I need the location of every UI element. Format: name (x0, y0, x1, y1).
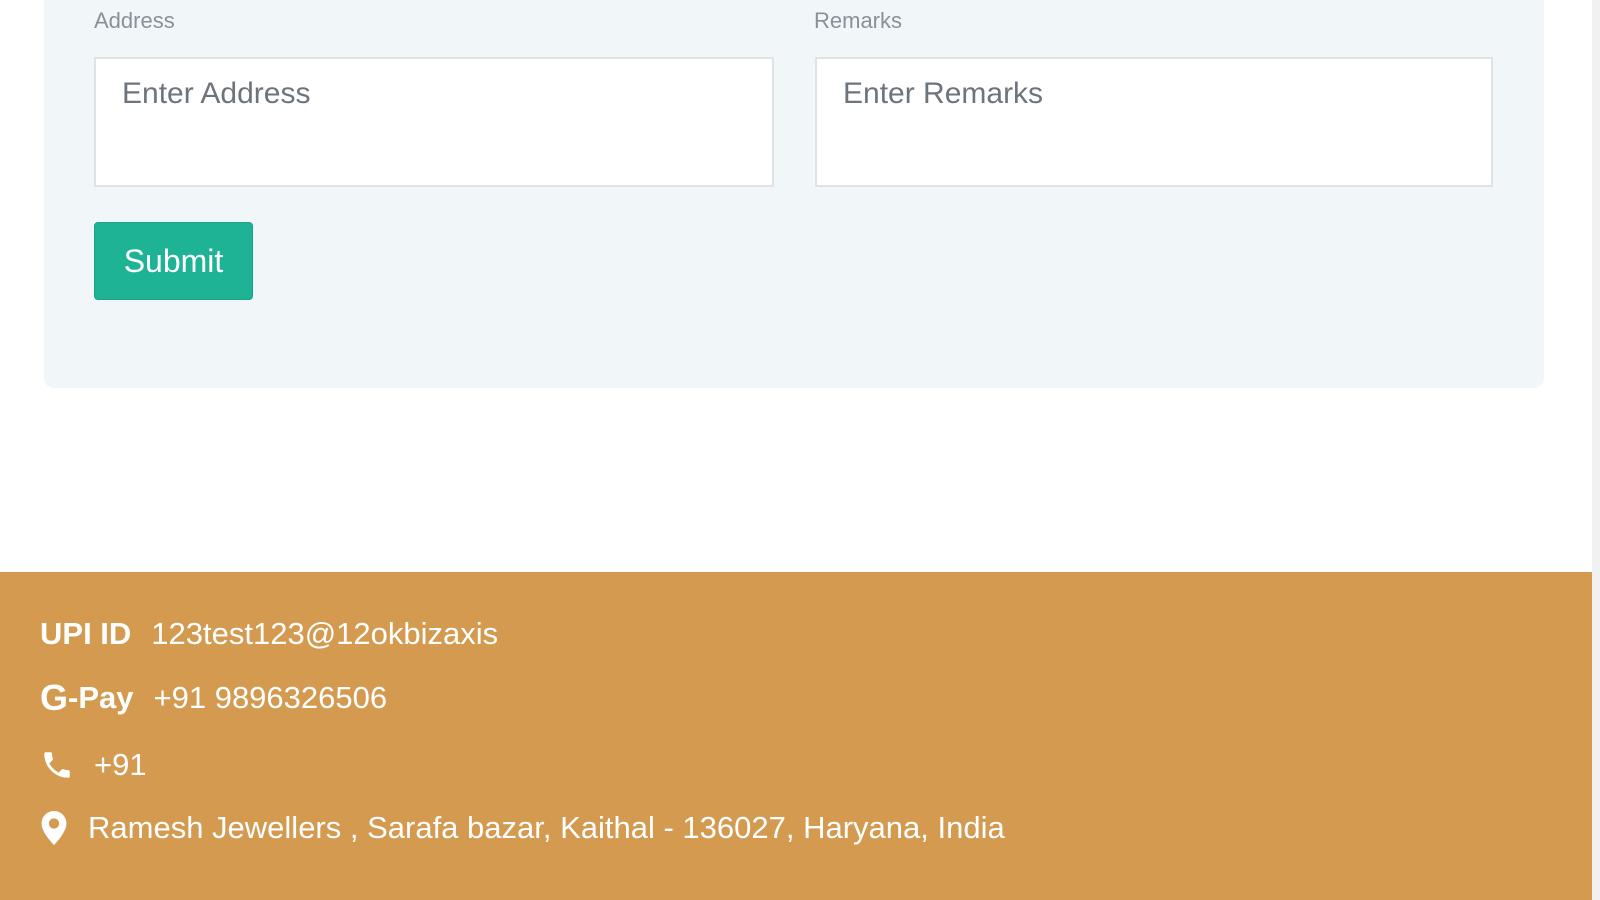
gpay-value: +91 9896326506 (153, 680, 388, 715)
phone-value: +91 (94, 747, 147, 782)
gpay-row: G -Pay +91 9896326506 (40, 680, 387, 716)
gpay-logo: G -Pay (40, 680, 134, 716)
enquiry-form-card: Address Remarks Submit (44, 0, 1544, 388)
address-value: Ramesh Jewellers , Sarafa bazar, Kaithal… (88, 810, 1005, 845)
address-label: Address (94, 8, 175, 33)
upi-label: UPI ID (40, 616, 132, 651)
footer: UPI ID 123test123@12okbizaxis G -Pay +91… (0, 572, 1592, 900)
phone-row: +91 (40, 747, 147, 783)
gpay-label: -Pay (68, 680, 134, 715)
submit-button[interactable]: Submit (94, 222, 253, 300)
map-pin-icon (40, 811, 68, 845)
scrollbar-track[interactable] (1592, 0, 1600, 900)
google-g-icon: G (40, 677, 69, 718)
phone-icon (40, 748, 74, 782)
upi-row: UPI ID 123test123@12okbizaxis (40, 616, 498, 652)
page: Address Remarks Submit UPI ID 123test123… (0, 0, 1600, 900)
address-row: Ramesh Jewellers , Sarafa bazar, Kaithal… (40, 810, 1005, 846)
remarks-label: Remarks (814, 8, 903, 33)
upi-value: 123test123@12okbizaxis (151, 616, 499, 651)
remarks-textarea[interactable] (815, 57, 1493, 187)
address-textarea[interactable] (94, 57, 774, 187)
